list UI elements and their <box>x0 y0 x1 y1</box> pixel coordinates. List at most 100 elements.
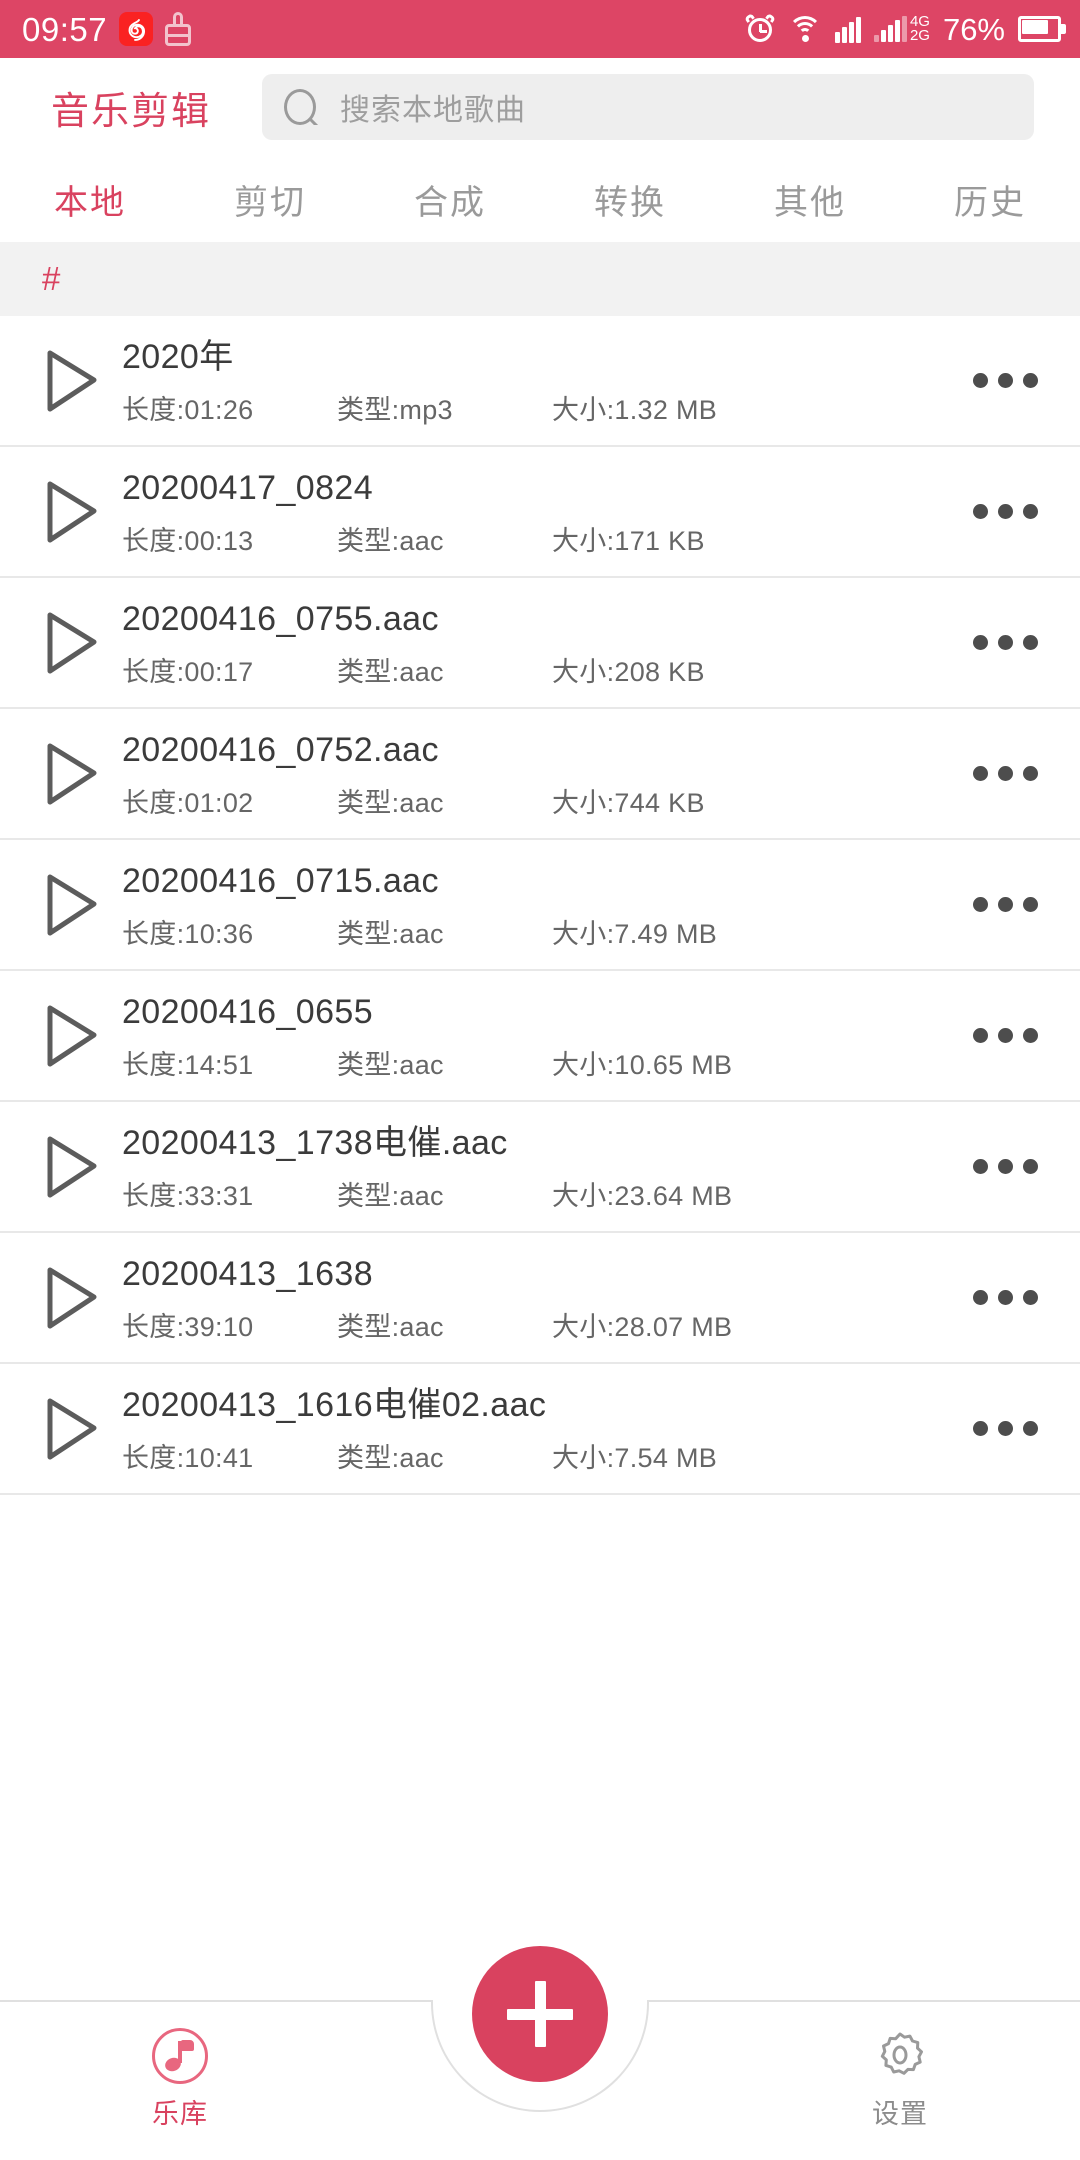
nav-item-library[interactable]: 乐库 <box>0 2002 360 2131</box>
song-info: 20200413_1616电催02.aac 长度:10:41 类型:aac 大小:7.… <box>122 1382 964 1476</box>
status-time: 09:57 <box>22 10 108 48</box>
index-band: # <box>0 242 1080 316</box>
tab-convert[interactable]: 转换 <box>540 175 720 224</box>
more-options-icon[interactable] <box>964 1028 1038 1043</box>
signal-icon <box>834 15 861 43</box>
page-title: 音乐剪辑 <box>50 90 211 133</box>
song-type: 类型:aac <box>337 526 444 557</box>
alarm-icon <box>744 12 776 44</box>
song-type: 类型:aac <box>337 1050 444 1081</box>
song-duration: 长度:00:13 <box>122 526 254 557</box>
song-meta: 长度:39:10 类型:aac 大小:28.07 MB <box>122 1305 964 1344</box>
more-options-icon[interactable] <box>964 635 1038 650</box>
tab-local[interactable]: 本地 <box>0 175 180 224</box>
song-size: 大小:1.32 MB <box>552 395 718 426</box>
network-type-secondary: 2G <box>909 27 930 44</box>
song-duration: 长度:01:26 <box>122 395 254 426</box>
nav-item-settings[interactable]: 设置 <box>720 2002 1080 2131</box>
more-options-icon[interactable] <box>964 373 1038 388</box>
song-info: 20200417_0824 长度:00:13 类型:aac 大小:171 KB <box>122 465 964 559</box>
tab-cut[interactable]: 剪切 <box>180 175 360 224</box>
play-icon[interactable] <box>38 867 104 943</box>
play-icon[interactable] <box>38 474 104 550</box>
song-list: 2020年长度:01:26 类型:mp3 大小:1.32 MB 20200417_08… <box>0 316 1080 1495</box>
wifi-icon <box>787 16 822 42</box>
index-label: # <box>42 260 61 297</box>
more-options-icon[interactable] <box>964 766 1038 781</box>
more-options-icon[interactable] <box>964 1159 1038 1174</box>
song-title: 2020年 <box>122 337 234 376</box>
song-meta: 长度:10:41 类型:aac 大小:7.54 MB <box>122 1436 964 1475</box>
search-input[interactable]: 搜索本地歌曲 <box>262 74 1034 140</box>
netease-music-icon <box>119 12 154 46</box>
song-info: 20200416_0755.aac 长度:00:17 类型:aac 大小:208 KB <box>122 596 964 690</box>
search-placeholder: 搜索本地歌曲 <box>340 94 526 127</box>
play-icon[interactable] <box>38 1260 104 1336</box>
more-options-icon[interactable] <box>964 897 1038 912</box>
song-title: 20200416_0655 <box>122 992 374 1031</box>
tab-other[interactable]: 其他 <box>720 175 900 224</box>
table-row[interactable]: 20200413_1616电催02.aac 长度:10:41 类型:aac 大小:7.… <box>0 1364 1080 1495</box>
song-size: 大小:744 KB <box>552 788 705 819</box>
song-type: 类型:aac <box>337 1443 444 1474</box>
more-options-icon[interactable] <box>964 1290 1038 1305</box>
song-duration: 长度:33:31 <box>122 1181 254 1212</box>
dual-sim-icon: 4G 2G <box>873 14 930 44</box>
song-type: 类型:mp3 <box>337 395 453 426</box>
tab-bar: 本地 剪切 合成 转换 其他 历史 <box>0 156 1080 242</box>
table-row[interactable]: 20200416_0755.aac 长度:00:17 类型:aac 大小:208 KB <box>0 578 1080 709</box>
song-meta: 长度:01:02 类型:aac 大小:744 KB <box>122 781 964 820</box>
gear-icon <box>872 2028 928 2084</box>
song-title: 20200417_0824 <box>122 468 374 507</box>
table-row[interactable]: 20200416_0655 长度:14:51 类型:aac 大小:10.65 MB <box>0 971 1080 1102</box>
tab-history[interactable]: 历史 <box>900 175 1080 224</box>
more-options-icon[interactable] <box>964 504 1038 519</box>
song-info: 20200416_0715.aac 长度:10:36 类型:aac 大小:7.49 M… <box>122 858 964 952</box>
table-row[interactable]: 20200413_1738电催.aac 长度:33:31 类型:aac 大小:23.6… <box>0 1102 1080 1233</box>
song-duration: 长度:10:36 <box>122 919 254 950</box>
more-options-icon[interactable] <box>964 1421 1038 1436</box>
tab-merge[interactable]: 合成 <box>360 175 540 224</box>
song-type: 类型:aac <box>337 919 444 950</box>
song-title: 20200416_0752.aac <box>122 730 439 769</box>
table-row[interactable]: 2020年长度:01:26 类型:mp3 大小:1.32 MB <box>0 316 1080 447</box>
song-meta: 长度:10:36 类型:aac 大小:7.49 MB <box>122 912 964 951</box>
battery-percent: 76% <box>942 11 1005 47</box>
play-icon[interactable] <box>38 605 104 681</box>
song-title: 20200416_0715.aac <box>122 861 439 900</box>
song-duration: 长度:14:51 <box>122 1050 254 1081</box>
song-meta: 长度:33:31 类型:aac 大小:23.64 MB <box>122 1174 964 1213</box>
nav-label-library: 乐库 <box>152 2099 208 2129</box>
app-screen: 09:57 4G 2G 76% 音乐剪辑 搜索本地歌曲 本地 剪切 合成 转换 … <box>0 0 1080 2160</box>
table-row[interactable]: 20200413_1638 长度:39:10 类型:aac 大小:28.07 MB <box>0 1233 1080 1364</box>
song-type: 类型:aac <box>337 1312 444 1343</box>
nav-label-settings: 设置 <box>872 2099 928 2129</box>
play-icon[interactable] <box>38 343 104 419</box>
song-info: 20200416_0752.aac 长度:01:02 类型:aac 大小:744 KB <box>122 727 964 821</box>
app-header: 音乐剪辑 搜索本地歌曲 <box>0 58 1080 156</box>
search-icon <box>284 89 320 125</box>
song-meta: 长度:00:13 类型:aac 大小:171 KB <box>122 519 964 558</box>
song-meta: 长度:00:17 类型:aac 大小:208 KB <box>122 650 964 689</box>
song-meta: 长度:14:51 类型:aac 大小:10.65 MB <box>122 1043 964 1082</box>
table-row[interactable]: 20200417_0824 长度:00:13 类型:aac 大小:171 KB <box>0 447 1080 578</box>
table-row[interactable]: 20200416_0715.aac 长度:10:36 类型:aac 大小:7.49 M… <box>0 840 1080 971</box>
add-button[interactable] <box>472 1946 608 2082</box>
song-info: 20200413_1738电催.aac 长度:33:31 类型:aac 大小:23.6… <box>122 1120 964 1214</box>
play-icon[interactable] <box>38 736 104 812</box>
song-info: 2020年长度:01:26 类型:mp3 大小:1.32 MB <box>122 334 964 428</box>
song-size: 大小:208 KB <box>552 657 705 688</box>
music-library-icon <box>152 2028 208 2084</box>
status-bar-right: 4G 2G 76% <box>744 11 1066 47</box>
song-duration: 长度:01:02 <box>122 788 254 819</box>
play-icon[interactable] <box>38 998 104 1074</box>
play-icon[interactable] <box>38 1129 104 1205</box>
table-row[interactable]: 20200416_0752.aac 长度:01:02 类型:aac 大小:744 KB <box>0 709 1080 840</box>
bottom-nav: 乐库 设置 <box>0 1946 1080 2160</box>
play-icon[interactable] <box>38 1391 104 1467</box>
song-info: 20200416_0655 长度:14:51 类型:aac 大小:10.65 MB <box>122 989 964 1083</box>
song-title: 20200413_1616电催02.aac <box>122 1385 547 1424</box>
song-type: 类型:aac <box>337 1181 444 1212</box>
song-meta: 长度:01:26 类型:mp3 大小:1.32 MB <box>122 388 964 427</box>
stamp-icon <box>165 12 192 46</box>
